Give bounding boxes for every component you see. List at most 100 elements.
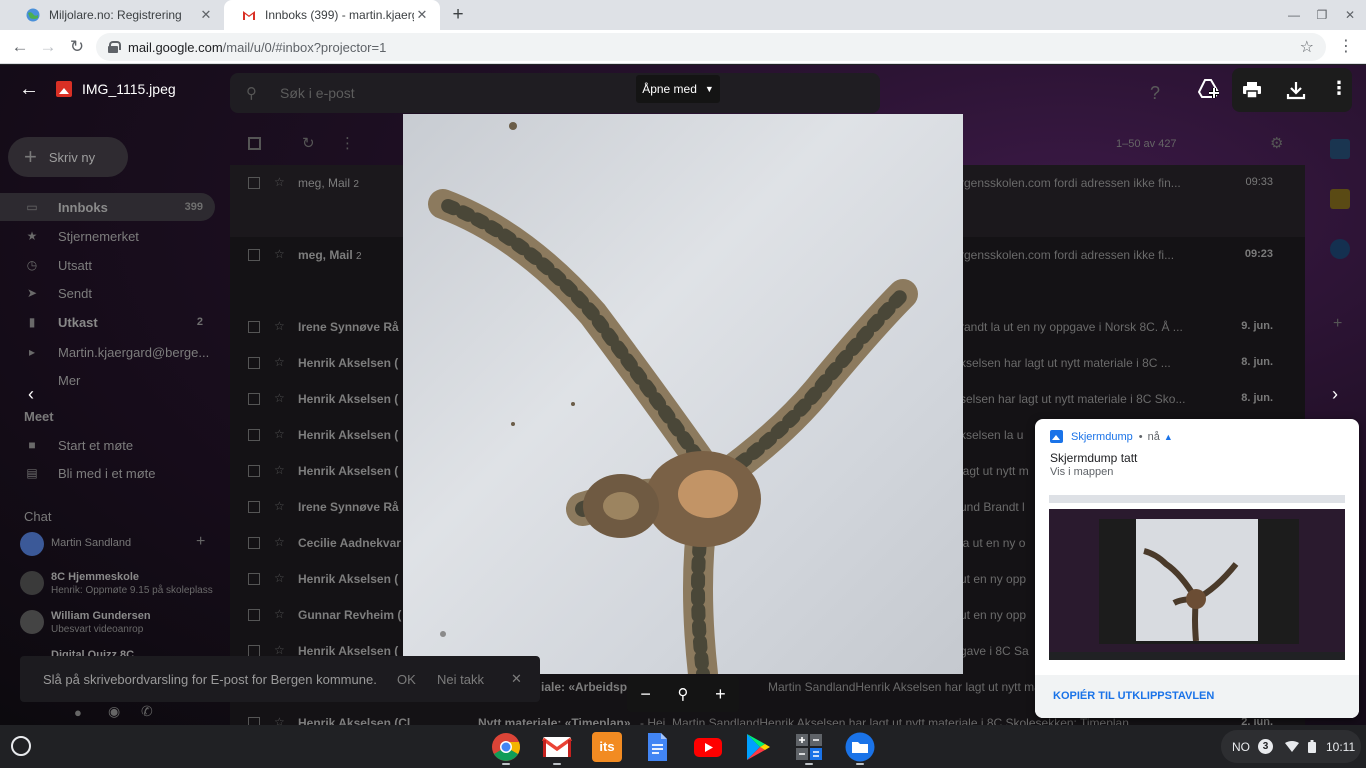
- person-icon[interactable]: ●: [74, 705, 82, 720]
- tasks-icon[interactable]: [1330, 239, 1350, 259]
- chat-bubble-icon[interactable]: ◉: [108, 703, 120, 720]
- star-icon[interactable]: ☆: [274, 247, 285, 261]
- settings-gear-icon[interactable]: ⚙: [1270, 134, 1283, 152]
- notification-header: Skjermdump • nå ▲: [1050, 430, 1173, 443]
- banner-ok-button[interactable]: OK: [397, 672, 416, 687]
- chat-item[interactable]: William Gundersen Ubesvart videoanrop: [20, 610, 215, 640]
- star-icon[interactable]: ☆: [274, 175, 285, 189]
- add-chat-icon[interactable]: +: [196, 533, 205, 551]
- star-icon[interactable]: ☆: [274, 499, 285, 513]
- status-tray[interactable]: NO 3 10:11: [1221, 730, 1361, 763]
- battery-icon: [1308, 740, 1316, 753]
- row-checkbox[interactable]: [248, 429, 260, 441]
- show-in-folder-link[interactable]: Vis i mappen: [1050, 466, 1113, 478]
- print-icon[interactable]: [1242, 80, 1262, 100]
- zoom-out-icon[interactable]: −: [640, 684, 651, 705]
- star-icon[interactable]: ☆: [274, 643, 285, 657]
- send-icon: ➤: [26, 286, 38, 300]
- start-meeting-item[interactable]: ■ Start et møte: [0, 431, 215, 459]
- row-checkbox[interactable]: [248, 573, 260, 585]
- its-learning-icon[interactable]: its: [592, 732, 622, 762]
- gmail-icon[interactable]: [542, 732, 572, 762]
- screenshot-thumbnail[interactable]: [1049, 495, 1345, 660]
- chrome-icon[interactable]: [491, 732, 521, 762]
- row-checkbox[interactable]: [248, 321, 260, 333]
- close-tab-icon[interactable]: ✕: [198, 7, 214, 23]
- sidebar-item-label-martin[interactable]: ▸ Martin.kjaergard@berge...: [0, 338, 215, 366]
- inbox-icon: ▭: [26, 200, 38, 214]
- more-vert-icon[interactable]: ⋮: [1330, 78, 1348, 99]
- row-checkbox[interactable]: [248, 249, 260, 261]
- video-icon: ■: [28, 438, 36, 452]
- google-docs-icon[interactable]: [642, 732, 672, 762]
- join-meeting-item[interactable]: ▤ Bli med i et møte: [0, 459, 215, 487]
- compose-button[interactable]: + Skriv ny: [8, 137, 128, 177]
- row-checkbox[interactable]: [248, 609, 260, 621]
- screenshot-notification[interactable]: Skjermdump • nå ▲ Skjermdump tatt Vis i …: [1035, 419, 1359, 718]
- reload-icon[interactable]: ↻: [66, 36, 88, 58]
- open-with-button[interactable]: Åpne med ▼: [636, 75, 720, 103]
- row-checkbox[interactable]: [248, 501, 260, 513]
- download-icon[interactable]: [1286, 80, 1306, 100]
- row-checkbox[interactable]: [248, 357, 260, 369]
- sidebar-item-snoozed[interactable]: ◷ Utsatt: [0, 251, 215, 279]
- row-checkbox[interactable]: [248, 717, 260, 725]
- star-icon[interactable]: ☆: [274, 463, 285, 477]
- calculator-icon[interactable]: [794, 732, 824, 762]
- minimize-icon[interactable]: —: [1286, 7, 1302, 23]
- previous-arrow-icon[interactable]: ‹: [20, 383, 42, 405]
- star-icon[interactable]: ☆: [274, 355, 285, 369]
- keep-icon[interactable]: [1330, 189, 1350, 209]
- sidebar-item-drafts[interactable]: ▮ Utkast 2: [0, 308, 215, 336]
- chevron-up-icon[interactable]: ▲: [1164, 432, 1173, 442]
- bookmark-star-icon[interactable]: ☆: [1300, 37, 1314, 57]
- launcher-icon[interactable]: [11, 736, 31, 756]
- refresh-icon[interactable]: ↻: [302, 134, 315, 152]
- star-icon[interactable]: ☆: [274, 715, 285, 725]
- star-icon[interactable]: ☆: [274, 607, 285, 621]
- row-checkbox[interactable]: [248, 177, 260, 189]
- sidebar-item-sent[interactable]: ➤ Sendt: [0, 279, 215, 307]
- next-arrow-icon[interactable]: ›: [1324, 383, 1346, 405]
- star-icon[interactable]: ☆: [274, 571, 285, 585]
- close-viewer-arrow-icon[interactable]: ←: [18, 78, 40, 100]
- row-checkbox[interactable]: [248, 393, 260, 405]
- more-vert-icon[interactable]: ⋮: [340, 134, 355, 152]
- chrome-menu-icon[interactable]: ⋮: [1338, 36, 1354, 58]
- copy-to-clipboard-button[interactable]: KOPIÉR TIL UTKLIPPSTAVLEN: [1053, 690, 1214, 702]
- preview-image[interactable]: [403, 114, 963, 674]
- sidebar-item-inbox[interactable]: ▭ Innboks 399: [0, 193, 215, 221]
- sidebar-item-starred[interactable]: ★ Stjernemerket: [0, 222, 215, 250]
- star-icon[interactable]: ☆: [274, 427, 285, 441]
- forward-arrow-icon[interactable]: →: [37, 36, 59, 58]
- chat-self[interactable]: Martin Sandland +: [20, 532, 215, 558]
- add-to-drive-icon[interactable]: [1198, 78, 1220, 100]
- tab-gmail-inbox[interactable]: Innboks (399) - martin.kjaergard ✕: [224, 0, 440, 30]
- zoom-reset-icon[interactable]: ⚲: [678, 685, 689, 703]
- close-tab-icon[interactable]: ✕: [414, 7, 430, 23]
- gmail-icon: [243, 11, 255, 20]
- address-bar[interactable]: mail.google.com/mail/u/0/#inbox?projecto…: [96, 33, 1326, 61]
- avatar: [20, 571, 44, 595]
- youtube-icon[interactable]: [693, 732, 723, 762]
- files-icon[interactable]: [845, 732, 875, 762]
- calendar-icon[interactable]: [1330, 139, 1350, 159]
- star-icon[interactable]: ☆: [274, 535, 285, 549]
- zoom-in-icon[interactable]: +: [715, 684, 726, 705]
- close-icon[interactable]: ✕: [511, 671, 522, 687]
- add-addon-icon[interactable]: +: [1333, 315, 1342, 333]
- star-icon[interactable]: ☆: [274, 319, 285, 333]
- close-window-icon[interactable]: ✕: [1342, 7, 1358, 23]
- phone-icon[interactable]: ✆: [141, 703, 153, 720]
- new-tab-icon[interactable]: +: [448, 5, 468, 25]
- tab-miljolare[interactable]: Miljolare.no: Registrering ✕: [8, 0, 224, 30]
- back-arrow-icon[interactable]: ←: [9, 36, 31, 58]
- select-all-checkbox[interactable]: [248, 137, 261, 150]
- play-store-icon[interactable]: [743, 732, 773, 762]
- restore-window-icon[interactable]: ❐: [1314, 7, 1330, 23]
- row-checkbox[interactable]: [248, 537, 260, 549]
- chat-item[interactable]: 8C Hjemmeskole Henrik: Oppmøte 9.15 på s…: [20, 571, 215, 601]
- star-icon[interactable]: ☆: [274, 391, 285, 405]
- banner-no-button[interactable]: Nei takk: [437, 672, 484, 687]
- row-checkbox[interactable]: [248, 465, 260, 477]
